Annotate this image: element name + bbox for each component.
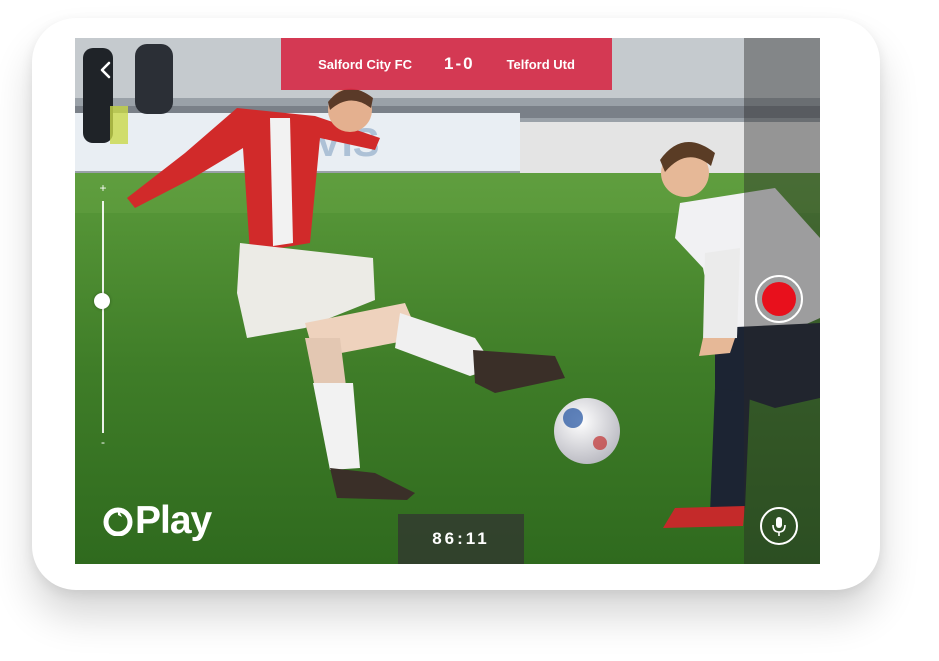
oplay-logo-mark-icon (103, 507, 133, 536)
zoom-in-label: + (99, 181, 107, 195)
home-team-name: Salford City FC (318, 56, 412, 72)
record-button[interactable] (755, 275, 803, 323)
match-timer: 86:11 (398, 514, 524, 564)
camera-controls-panel (744, 38, 820, 564)
oplay-logo: Play (103, 499, 212, 542)
away-team-name: Telford Utd (506, 56, 575, 72)
back-button[interactable] (97, 60, 115, 80)
match-video-frame: VIS (75, 38, 820, 564)
oplay-logo-text: Play (135, 499, 212, 542)
zoom-track[interactable] (102, 201, 104, 433)
scoreboard: Salford City FC 1-0 Telford Utd (281, 38, 612, 90)
zoom-slider[interactable]: + - (93, 181, 113, 453)
chevron-left-icon (100, 61, 111, 79)
record-icon (762, 282, 796, 316)
zoom-thumb[interactable] (94, 292, 110, 309)
zoom-out-label: - (101, 435, 105, 449)
microphone-button[interactable] (760, 507, 798, 545)
video-screen: VIS Salford City FC (75, 38, 820, 564)
match-score: 1-0 (443, 54, 475, 73)
microphone-icon (772, 517, 786, 536)
